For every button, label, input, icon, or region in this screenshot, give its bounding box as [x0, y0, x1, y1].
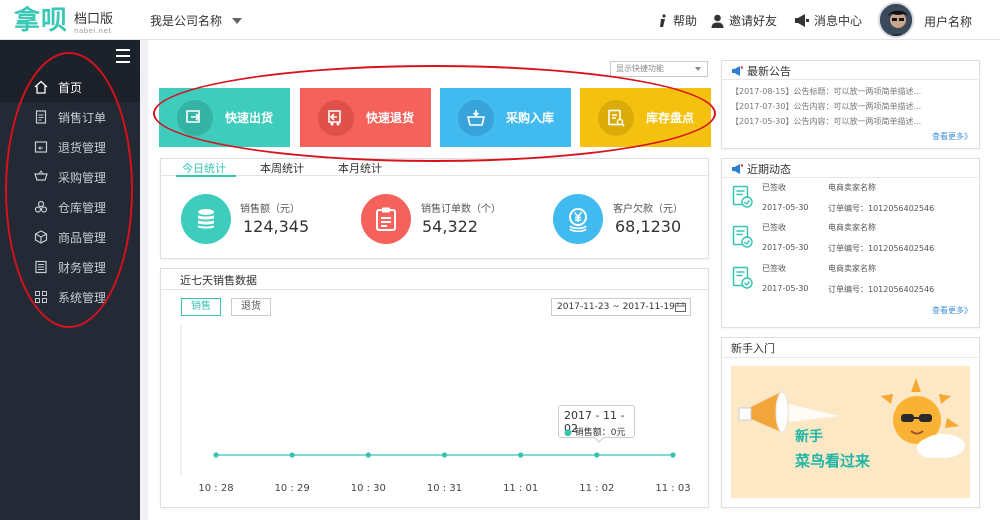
- activity-order-number[interactable]: 订单编号：1012056402546: [828, 243, 934, 254]
- sales-orders-value: 54,322: [422, 217, 478, 236]
- data-point[interactable]: [289, 452, 295, 458]
- coins-icon: [198, 209, 214, 229]
- yen-coins-icon: [569, 208, 587, 232]
- quick-function-select[interactable]: 显示快捷功能: [610, 61, 708, 77]
- x-tick-label: 11 : 03: [655, 483, 691, 494]
- sales-orders-icon-circle: [361, 194, 411, 244]
- calendar-icon: [675, 302, 686, 312]
- message-center-link[interactable]: 消息中心: [794, 12, 862, 29]
- announcements-more-link[interactable]: 查看更多》: [932, 131, 972, 142]
- chevron-down-icon: [695, 67, 701, 71]
- guide-title: 新手入门: [731, 342, 775, 355]
- avatar[interactable]: [878, 2, 914, 38]
- signed-document-icon: [732, 185, 754, 209]
- x-tick-label: 10 : 30: [350, 483, 386, 494]
- username[interactable]: 用户名称: [924, 13, 972, 30]
- receivables-icon-circle: [553, 194, 603, 244]
- sun-illustration-icon: [881, 378, 965, 458]
- guide-line-1: 新手: [795, 429, 823, 445]
- signed-document-icon: [732, 225, 754, 249]
- annotation-ellipse-quick-actions: [153, 65, 716, 162]
- receivables-label: 客户欠款（元）: [613, 204, 683, 215]
- sales-orders-label: 销售订单数（个）: [421, 204, 501, 215]
- receivables-value: 68,1230: [615, 217, 682, 236]
- help-link[interactable]: 帮助: [658, 12, 697, 29]
- menu-toggle-icon[interactable]: [116, 49, 130, 63]
- megaphone-icon: [795, 14, 809, 27]
- data-point[interactable]: [518, 452, 524, 458]
- megaphone-icon: [732, 164, 743, 174]
- x-tick-label: 11 : 01: [503, 483, 539, 494]
- announcement-item[interactable]: 【2017-05-30】公告内容：可以放一两项简单描述...: [731, 116, 921, 127]
- date-range-picker[interactable]: 2017-11-23 ~ 2017-11-19: [551, 298, 691, 316]
- activity-seller: 电商卖家名称: [828, 264, 876, 273]
- tab-this-week[interactable]: 本周统计: [260, 160, 304, 176]
- announcements-header: 最新公告: [731, 63, 791, 79]
- activity-date: 2017-05-30: [762, 243, 809, 252]
- x-tick-label: 11 : 02: [579, 483, 615, 494]
- activity-more-link[interactable]: 查看更多》: [932, 305, 972, 316]
- data-point[interactable]: [365, 452, 371, 458]
- chevron-down-icon: [232, 17, 243, 24]
- logo-text: 拿呗: [14, 6, 69, 36]
- data-point[interactable]: [213, 452, 219, 458]
- activity-date: 2017-05-30: [762, 203, 809, 212]
- announcement-item[interactable]: 【2017-08-15】公告标题：可以放一两项简单描述...: [731, 86, 921, 97]
- announcement-item[interactable]: 【2017-07-30】公告内容：可以放一两项简单描述...: [731, 101, 921, 112]
- activity-header: 近期动态: [731, 161, 791, 177]
- activity-order-number[interactable]: 订单编号：1012056402546: [828, 203, 934, 214]
- invite-label: 邀请好友: [729, 14, 778, 28]
- x-tick-label: 10 : 31: [426, 483, 463, 494]
- megaphone-icon: [732, 66, 743, 76]
- activity-title: 近期动态: [747, 163, 791, 176]
- logo[interactable]: 拿呗 档口版 nabei.net: [14, 4, 113, 36]
- beginner-guide-banner[interactable]: 新手 菜鸟看过来: [731, 366, 970, 498]
- chart-title: 近七天销售数据: [180, 274, 257, 287]
- activity-order-number[interactable]: 订单编号：1012056402546: [828, 284, 934, 295]
- info-icon: [660, 13, 666, 27]
- tab-this-month[interactable]: 本月统计: [338, 160, 382, 176]
- activity-seller: 电商卖家名称: [828, 183, 876, 192]
- quick-function-select-label: 显示快捷功能: [616, 64, 664, 73]
- invite-link[interactable]: 邀请好友: [711, 12, 777, 29]
- message-center-label: 消息中心: [814, 14, 863, 28]
- chart-tooltip: 2017 - 11 - 02 ● 销售额：0元: [558, 405, 635, 443]
- top-bar: 拿呗 档口版 nabei.net 我是公司名称 帮助 邀请好友 消息中心 用户名…: [0, 0, 1000, 40]
- returns-toggle-button[interactable]: 退货: [231, 298, 271, 316]
- sales-toggle-button[interactable]: 销售: [181, 298, 221, 316]
- company-name: 我是公司名称: [150, 14, 223, 28]
- active-tab-indicator: [176, 175, 236, 177]
- activity-status: 已签收: [762, 264, 786, 273]
- data-point[interactable]: [670, 452, 676, 458]
- sales-line-chart: [180, 324, 676, 475]
- activity-seller: 电商卖家名称: [828, 223, 876, 232]
- data-point[interactable]: [594, 452, 600, 458]
- x-tick-label: 10 : 29: [274, 483, 310, 494]
- clipboard-icon: [376, 207, 396, 231]
- guide-line-2: 菜鸟看过来: [795, 452, 871, 470]
- x-tick-label: 10 : 28: [198, 483, 234, 494]
- sales-amount-label: 销售额（元）: [240, 204, 300, 215]
- tab-today[interactable]: 今日统计: [182, 160, 226, 176]
- activity-status: 已签收: [762, 223, 786, 232]
- user-icon: [711, 14, 724, 28]
- date-range-value: 2017-11-23 ~ 2017-11-19: [557, 302, 675, 312]
- announcements-title: 最新公告: [747, 65, 791, 78]
- activity-status: 已签收: [762, 183, 786, 192]
- activity-date: 2017-05-30: [762, 284, 809, 293]
- megaphone-illustration-icon: [738, 391, 839, 433]
- data-point[interactable]: [441, 452, 448, 458]
- logo-edition: 档口版: [74, 12, 114, 27]
- logo-domain: nabei.net: [74, 27, 112, 35]
- sales-amount-icon-circle: [181, 194, 231, 244]
- company-selector[interactable]: 我是公司名称: [150, 12, 243, 29]
- help-label: 帮助: [673, 14, 698, 28]
- signed-document-icon: [732, 266, 754, 290]
- annotation-ellipse-sidebar: [5, 52, 133, 328]
- sales-amount-value: 124,345: [243, 217, 310, 236]
